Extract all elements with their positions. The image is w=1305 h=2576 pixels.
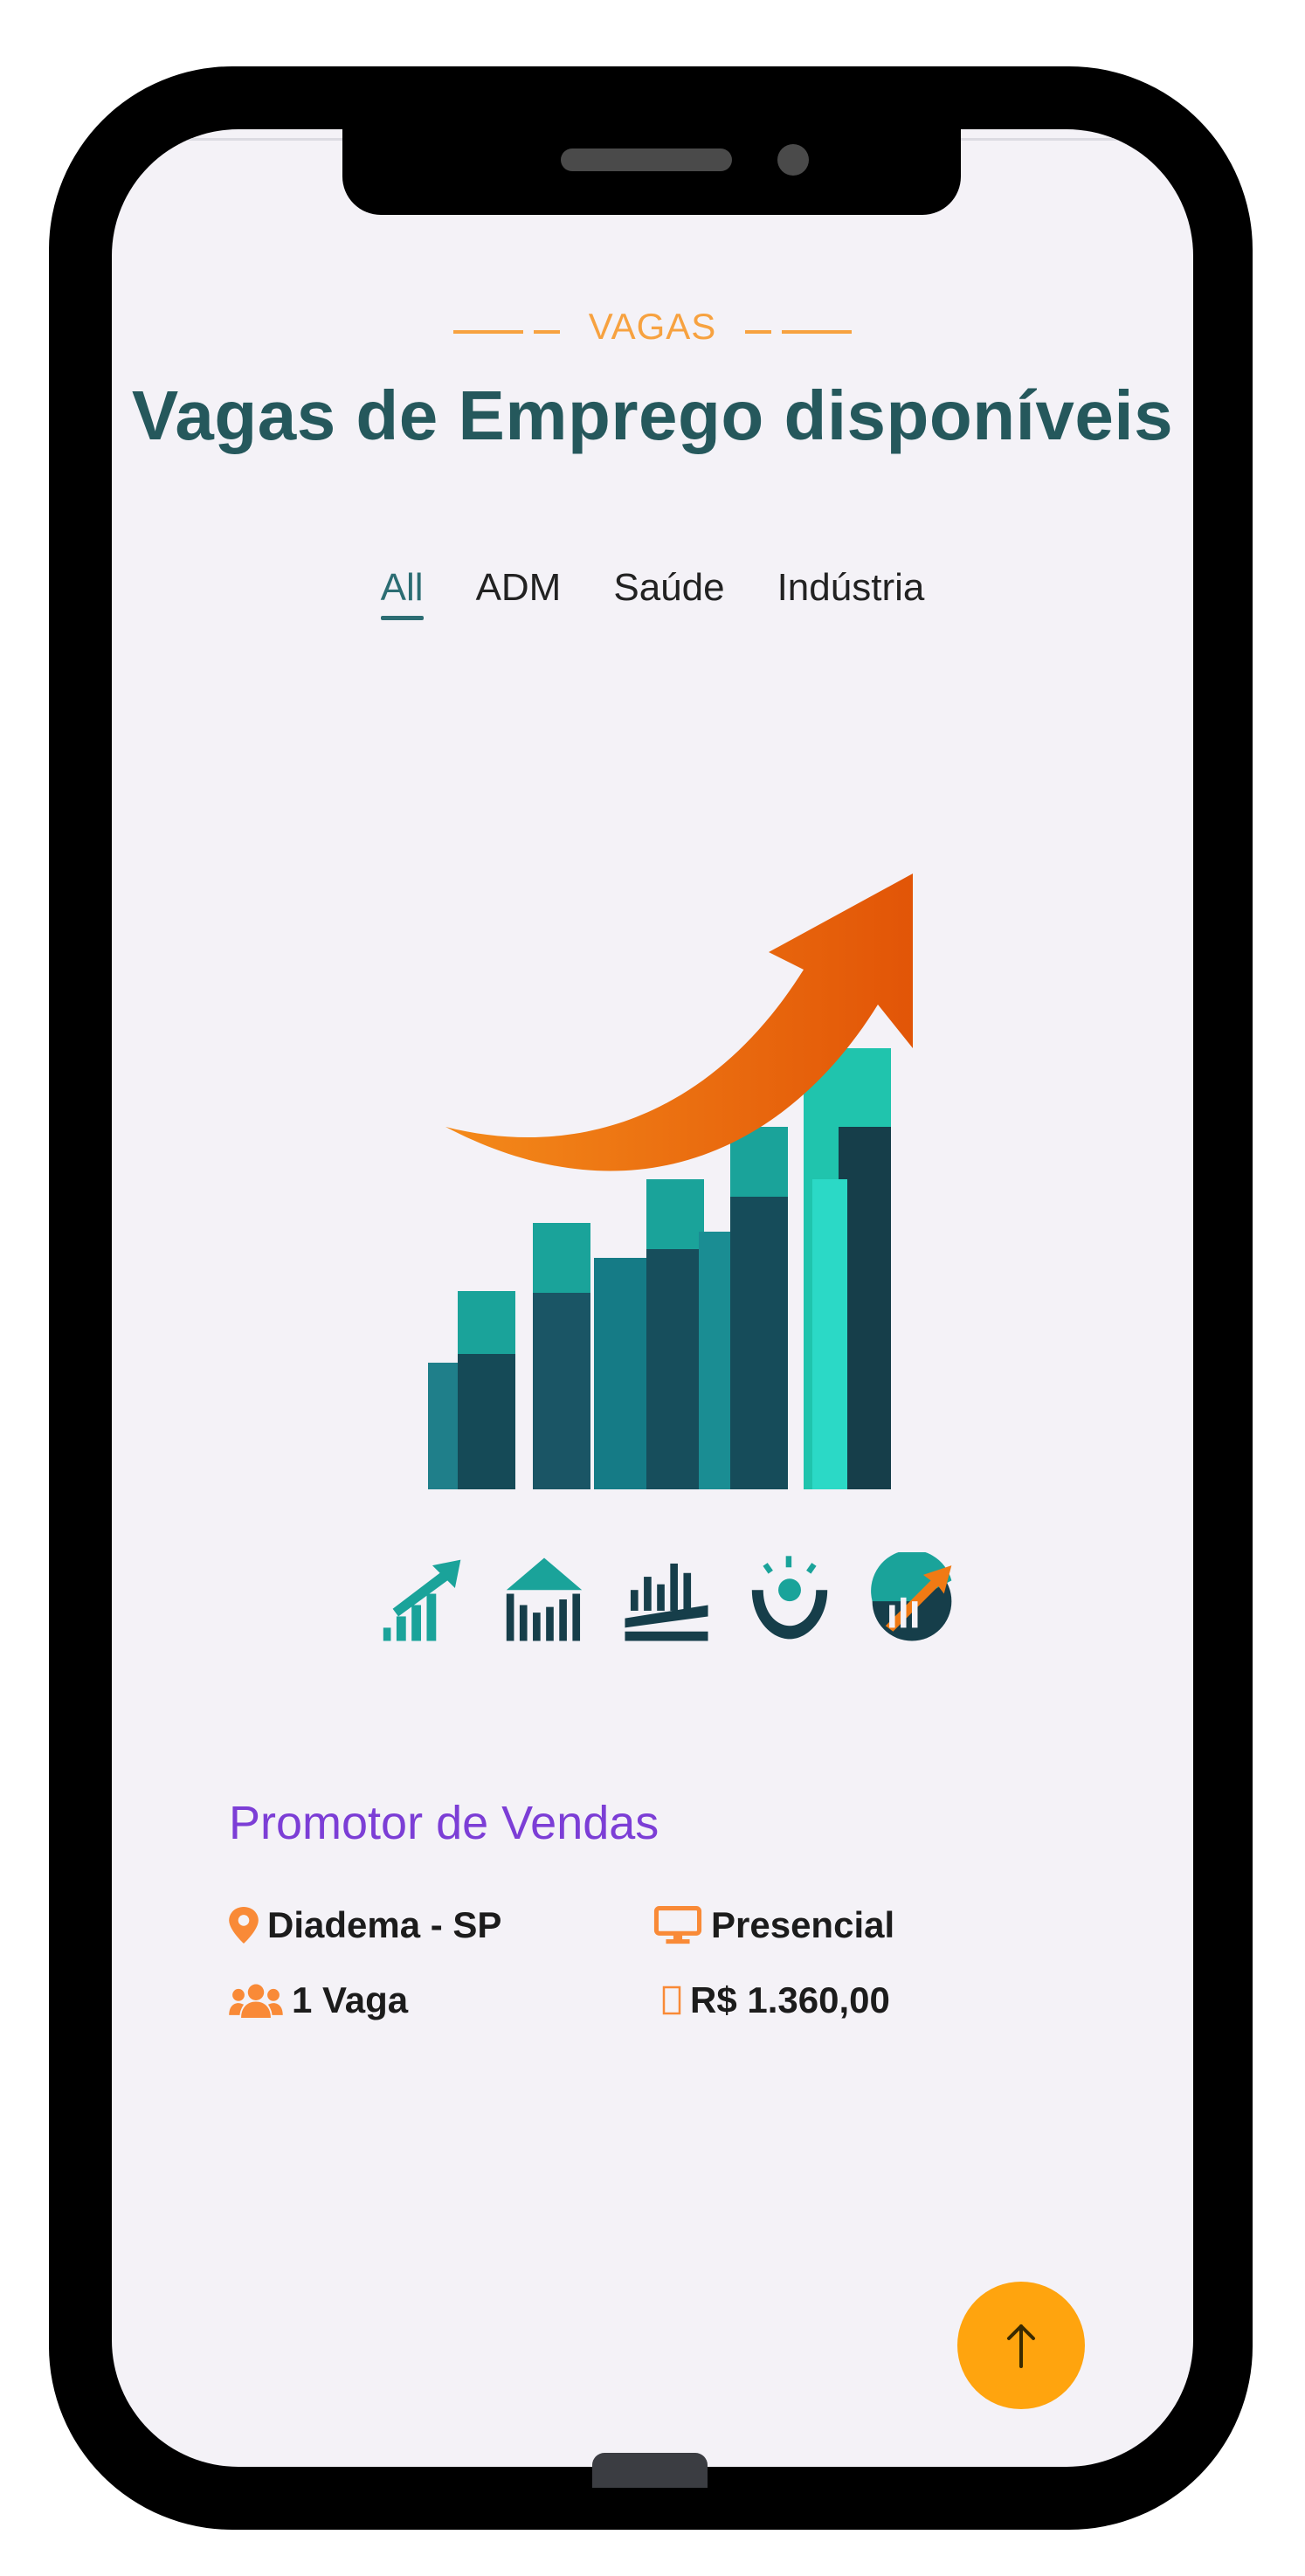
speaker-grille	[561, 148, 732, 171]
tab-saude[interactable]: Saúde	[613, 566, 724, 620]
job-location: Diadema - SP	[229, 1904, 501, 1946]
tab-industria[interactable]: Indústria	[777, 566, 925, 620]
users-icon	[229, 1983, 283, 2018]
category-tabs: All ADM Saúde Indústria	[0, 566, 1305, 620]
scroll-to-top-button[interactable]	[957, 2282, 1085, 2409]
money-icon	[662, 1986, 681, 2015]
map-pin-icon	[229, 1907, 259, 1944]
tab-all[interactable]: All	[380, 566, 424, 620]
phone-notch	[342, 128, 961, 215]
job-vacancies-text: 1 Vaga	[292, 1979, 409, 2020]
eyebrow-dashes-left	[448, 308, 565, 350]
job-title[interactable]: Promotor de Vendas	[229, 1796, 659, 1850]
bars-base-icon	[625, 1563, 708, 1641]
page-title: Vagas de Emprego disponíveis	[131, 376, 1174, 454]
eyebrow-dashes-right	[740, 308, 857, 350]
growth-chart-illustration	[428, 874, 913, 1489]
hands-support-icon	[751, 1556, 827, 1640]
monitor-icon	[653, 1906, 702, 1944]
job-salary: R$ 1.360,00	[662, 1979, 890, 2021]
section-eyebrow: VAGAS	[0, 306, 1305, 350]
job-vacancies: 1 Vaga	[229, 1979, 408, 2021]
job-mode-text: Presencial	[711, 1904, 895, 1945]
tab-adm[interactable]: ADM	[476, 566, 562, 620]
front-camera	[777, 144, 809, 176]
institution-chart-icon	[506, 1557, 582, 1641]
eyebrow-label: VAGAS	[588, 306, 717, 347]
home-indicator[interactable]	[592, 2453, 708, 2488]
growth-chart-icon	[383, 1559, 461, 1641]
illustration-icon-row	[374, 1551, 959, 1647]
job-location-text: Diadema - SP	[267, 1904, 502, 1945]
arrow-up-icon	[1007, 2324, 1035, 2368]
circle-growth-icon	[871, 1552, 952, 1641]
job-salary-text: R$ 1.360,00	[690, 1979, 890, 2020]
job-mode: Presencial	[653, 1904, 894, 1946]
